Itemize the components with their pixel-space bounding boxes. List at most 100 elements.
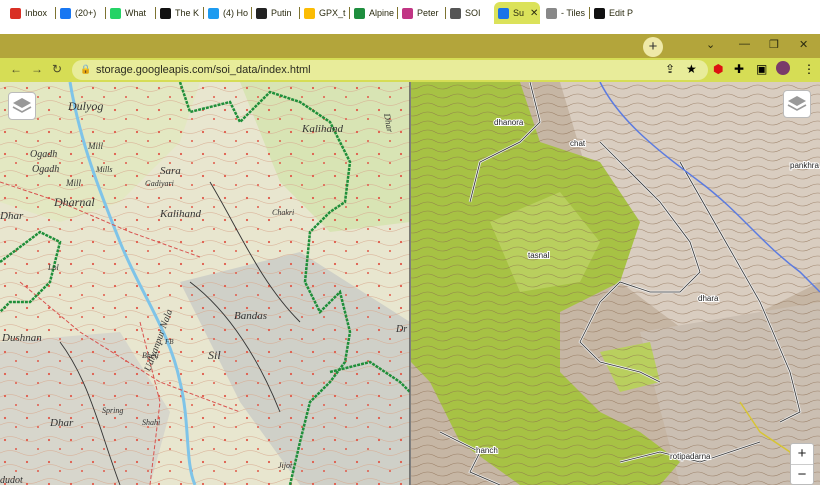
map-label-left: FB xyxy=(164,338,174,346)
map-label-right: hanch xyxy=(476,446,498,455)
tab-3[interactable]: What xyxy=(106,2,154,24)
tab-4[interactable]: The K xyxy=(156,2,202,24)
new-tab-button[interactable]: + xyxy=(643,37,663,57)
tab-strip xyxy=(0,34,820,58)
map-label-left: Dhar xyxy=(0,210,24,222)
tab-1[interactable]: Inbox xyxy=(6,2,54,24)
tab-search-icon[interactable]: ⌄ xyxy=(706,38,715,51)
drive-icon xyxy=(304,7,315,19)
k-icon xyxy=(160,7,171,19)
map-label-left: Dharnal xyxy=(53,195,95,209)
tab-9[interactable]: Peter xyxy=(398,2,444,24)
map-label-left: Dulyog xyxy=(67,99,103,113)
map-label-left: Mill xyxy=(87,141,103,151)
restore-icon[interactable]: ❐ xyxy=(769,38,779,51)
tab-title: (4) Ho xyxy=(223,8,249,18)
facebook-icon xyxy=(60,7,71,19)
close-window-icon[interactable]: ✕ xyxy=(799,38,808,51)
layers-button-left[interactable] xyxy=(8,92,36,120)
tab-title: (20+) xyxy=(75,8,97,18)
menu-kebab-icon[interactable]: ⋮ xyxy=(803,62,815,76)
map-label-left: Kalihand xyxy=(301,123,343,135)
map-label-right: tasnal xyxy=(528,251,550,260)
map-label-right: dhara xyxy=(698,294,719,303)
share-icon[interactable]: ⇪ xyxy=(665,62,675,76)
tab-12[interactable]: - Tiles xyxy=(542,2,588,24)
tab-title: SOI xyxy=(465,8,481,18)
map-label-left: Ogadh xyxy=(32,164,59,175)
terrain-pane xyxy=(411,82,820,485)
tab-title: Putin xyxy=(271,8,292,18)
map-label-right: rotipadarna xyxy=(670,452,711,461)
tab-title: GPX_t xyxy=(319,8,346,18)
map-label-left: Kalihand xyxy=(159,208,201,220)
tab-8[interactable]: Alpine xyxy=(350,2,396,24)
tab-10[interactable]: SOI xyxy=(446,2,492,24)
back-icon[interactable]: ← xyxy=(10,62,22,76)
alpine-icon xyxy=(354,7,365,19)
close-tab-icon[interactable]: ✕ xyxy=(530,8,538,19)
map-label-left: dudot xyxy=(0,475,23,485)
edit-icon xyxy=(594,7,605,19)
map-label-left: Shahi xyxy=(142,418,160,427)
wsj-icon xyxy=(256,7,267,19)
map-label-left: Mill xyxy=(65,178,81,188)
extension-shield-icon[interactable]: ⬢ xyxy=(713,62,723,76)
tab-title: Peter xyxy=(417,8,439,18)
tab-title: Su xyxy=(513,8,525,18)
map-label-left: Chakri xyxy=(272,208,294,217)
layers-button-right[interactable] xyxy=(783,90,811,118)
map-label-left: Sil xyxy=(208,348,221,362)
map-label-left: Mills xyxy=(95,165,112,174)
twitter-icon xyxy=(208,7,219,19)
tab-13[interactable]: Edit P xyxy=(590,2,638,24)
lock-icon[interactable]: 🔒 xyxy=(80,64,91,75)
layers-icon xyxy=(787,96,807,111)
map-canvas[interactable]: Dulyog Ogadh Mill Ogadh Mills Mill Dharnal Dhar… xyxy=(0,82,820,485)
layers-icon xyxy=(12,98,32,113)
extensions-puzzle-icon[interactable]: ✚ xyxy=(734,62,744,76)
tab-6[interactable]: Putin xyxy=(252,2,298,24)
globe-icon xyxy=(546,7,557,19)
lock-icon xyxy=(450,7,461,19)
map-label-left: Ogadh xyxy=(30,149,57,160)
map-label-left: Spring xyxy=(102,406,123,415)
zoom-in-button[interactable]: + xyxy=(791,444,813,464)
bookmark-star-icon[interactable]: ★ xyxy=(686,62,697,76)
zoom-control: + − xyxy=(790,443,814,485)
map-label-left: Dhar xyxy=(49,417,74,429)
tab-title: Inbox xyxy=(25,8,48,18)
map-view[interactable]: Dulyog Ogadh Mill Ogadh Mills Mill Dharnal Dhar… xyxy=(0,82,820,485)
tab-title: The K xyxy=(175,8,200,18)
zoom-out-button[interactable]: − xyxy=(791,464,813,485)
map-label-left: Bandas xyxy=(234,310,267,322)
tab-5[interactable]: (4) Ho xyxy=(204,2,250,24)
address-url: storage.googleapis.com/soi_data/index.ht… xyxy=(96,64,311,76)
forward-icon[interactable]: → xyxy=(31,62,43,76)
map-label-right: dhanora xyxy=(494,118,524,127)
tab-title: Alpine xyxy=(369,8,395,18)
tab-2[interactable]: (20+) xyxy=(56,2,104,24)
minimize-icon[interactable]: — xyxy=(739,38,750,50)
side-panel-icon[interactable]: ▣ xyxy=(756,62,767,76)
map-label-left: Jijot xyxy=(278,461,293,470)
reload-icon[interactable]: ↻ xyxy=(52,62,62,76)
tab-title: What xyxy=(125,8,147,18)
tab-11[interactable]: Su ✕ xyxy=(494,2,540,24)
map-label-left: Bheli xyxy=(142,351,159,360)
gmail-icon xyxy=(10,7,21,19)
map-label-left: Gadiyari xyxy=(145,179,174,188)
tab-title: Edit P xyxy=(609,8,634,18)
tab-7[interactable]: GPX_t xyxy=(300,2,348,24)
tab-title: - Tiles xyxy=(561,8,586,18)
map-label-right: chat xyxy=(570,139,586,148)
whatsapp-icon xyxy=(110,7,121,19)
map-label-left: Dushnan xyxy=(1,332,42,344)
map-label-right: pankhra xyxy=(790,161,819,170)
map-label-left: Dr xyxy=(395,324,407,335)
instagram-icon xyxy=(402,7,413,19)
globe-icon xyxy=(498,7,509,19)
map-label-left: Sara xyxy=(160,165,181,177)
avatar[interactable] xyxy=(776,61,790,75)
map-label-left: Lol xyxy=(47,263,59,272)
